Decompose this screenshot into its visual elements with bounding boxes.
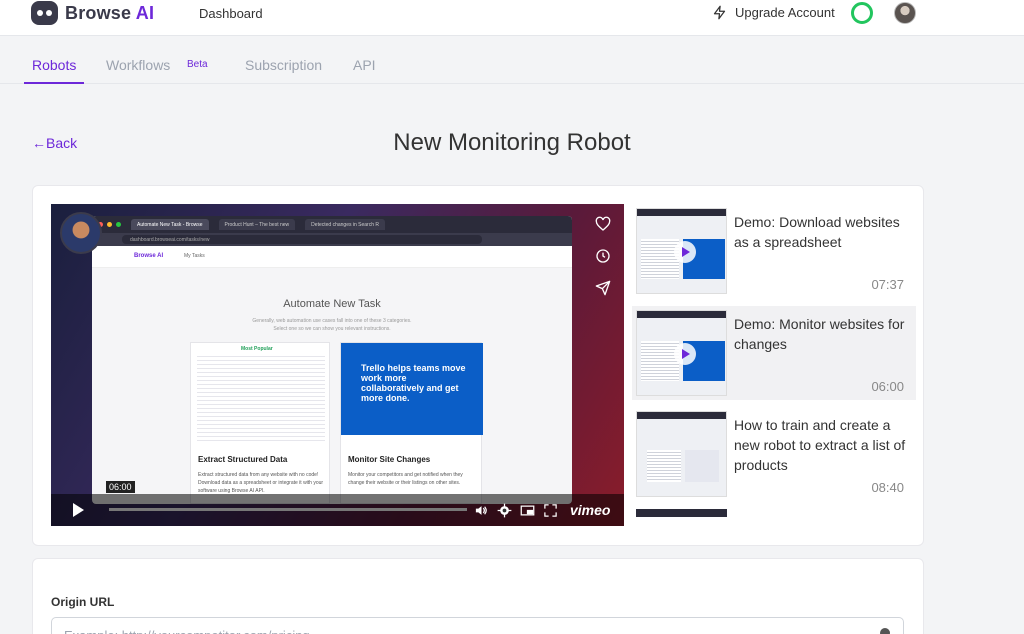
thumb-sheet	[641, 239, 679, 279]
playlist-item-title: How to train and create a new robot to e…	[734, 417, 906, 473]
status-ring-icon[interactable]	[851, 2, 873, 24]
playlist-item-duration: 08:40	[871, 480, 904, 495]
upgrade-label: Upgrade Account	[735, 5, 835, 20]
browser-address-bar: dashboard.browseai.com/tasks/new	[92, 233, 572, 246]
thumb-sheet	[641, 341, 679, 381]
video-browser-frame: Automate New Task - Browse Product Hunt …	[92, 216, 572, 504]
inner-nav-my-tasks: My Tasks	[184, 253, 205, 259]
browser-url: dashboard.browseai.com/tasks/new	[122, 235, 482, 244]
inner-subtitle-line: Generally, web automation use cases fall…	[252, 318, 412, 324]
browser-tab: Detected changes in Search R	[305, 219, 385, 230]
playlist-item-title: Demo: Monitor websites for changes	[734, 316, 905, 352]
clock-icon[interactable]	[595, 248, 611, 264]
vimeo-logo[interactable]: vimeo	[570, 502, 610, 518]
help-icon[interactable]	[880, 628, 890, 634]
heart-icon[interactable]	[595, 216, 611, 232]
thumb-titlebar	[637, 209, 726, 216]
thumb-titlebar	[637, 412, 726, 419]
playlist-item-title: Demo: Download websites as a spreadsheet	[734, 214, 900, 250]
settings-gear-icon[interactable]	[497, 503, 512, 518]
app-logo[interactable]: Browse AI	[31, 1, 154, 25]
monitor-changes-card: Trello helps teams move work more collab…	[340, 342, 483, 504]
maximize-dot-icon	[116, 222, 121, 227]
inner-app-header: Browse AI My Tasks	[92, 246, 572, 268]
extract-data-text: Extract structured data from any website…	[198, 472, 324, 494]
browser-tab: Product Hunt – The best new	[218, 219, 296, 230]
inner-subtitle-line: Select one so we can show you relevant i…	[273, 326, 391, 332]
extract-data-title: Extract Structured Data	[198, 455, 288, 464]
video-thumbnail[interactable]	[636, 509, 727, 517]
playlist-item[interactable]: Demo: Download websites as a spreadsheet…	[632, 204, 916, 298]
top-bar: Browse AI Dashboard Upgrade Account	[0, 0, 1024, 36]
control-icons: vimeo	[474, 502, 610, 518]
inner-page-title: Automate New Task	[283, 298, 381, 310]
video-thumbnail	[636, 310, 727, 396]
extract-data-card: Most Popular Extract Structured Data Ext…	[190, 342, 330, 504]
play-icon	[674, 241, 696, 263]
origin-url-label: Origin URL	[51, 595, 115, 609]
nav-dashboard-link[interactable]: Dashboard	[199, 6, 263, 21]
play-icon[interactable]	[73, 503, 84, 517]
robot-logo-icon	[31, 1, 58, 25]
tab-api[interactable]: API	[353, 57, 376, 73]
trello-promo-text: Trello helps teams move work more collab…	[361, 363, 466, 403]
thumb-preview	[685, 450, 719, 482]
volume-icon[interactable]	[474, 503, 489, 518]
playlist-item-active[interactable]: Demo: Monitor websites for changes 06:00	[632, 306, 916, 400]
picture-in-picture-icon[interactable]	[520, 503, 535, 518]
beta-badge: Beta	[187, 59, 208, 70]
page-title: New Monitoring Robot	[393, 129, 631, 156]
tab-workflows[interactable]: Workflows	[106, 57, 170, 73]
playlist-item-duration: 07:37	[871, 277, 904, 292]
thumb-sheet	[647, 450, 681, 482]
play-icon	[674, 343, 696, 365]
lightning-icon	[713, 5, 726, 20]
current-time: 06:00	[106, 481, 135, 493]
presenter-avatar	[60, 212, 102, 254]
playlist-item-duration: 06:00	[871, 379, 904, 394]
active-tab-underline	[24, 82, 84, 84]
thumb-titlebar	[637, 311, 726, 318]
minimize-dot-icon	[107, 222, 112, 227]
video-side-actions	[595, 216, 611, 296]
user-avatar[interactable]	[894, 2, 916, 24]
spreadsheet-preview	[197, 353, 325, 443]
tab-robots[interactable]: Robots	[32, 57, 76, 73]
fullscreen-icon[interactable]	[543, 503, 558, 518]
progress-bar[interactable]	[109, 508, 467, 511]
tab-bar: Robots Workflows Beta Subscription API	[0, 36, 1024, 84]
share-icon[interactable]	[595, 280, 611, 296]
origin-url-input[interactable]	[51, 617, 904, 634]
monitor-changes-text: Monitor your competitors and get notifie…	[348, 472, 463, 486]
most-popular-label: Most Popular	[241, 346, 273, 352]
playlist-item[interactable]: How to train and create a new robot to e…	[632, 407, 916, 501]
inner-subtitle: Generally, web automation use cases fall…	[92, 317, 572, 333]
video-player[interactable]: Automate New Task - Browse Product Hunt …	[51, 204, 624, 526]
browser-chrome: Automate New Task - Browse Product Hunt …	[92, 216, 572, 233]
video-thumbnail	[636, 208, 727, 294]
trello-preview: Trello helps teams move work more collab…	[341, 343, 483, 435]
monitor-changes-title: Monitor Site Changes	[348, 455, 431, 464]
inner-logo: Browse AI	[134, 253, 164, 259]
upgrade-account-button[interactable]: Upgrade Account	[712, 5, 835, 20]
browser-tab: Automate New Task - Browse	[131, 219, 209, 230]
video-thumbnail	[636, 411, 727, 497]
tab-subscription[interactable]: Subscription	[245, 57, 322, 73]
video-controls: 06:00 vimeo	[51, 481, 624, 526]
logo-text: Browse AI	[65, 2, 155, 23]
